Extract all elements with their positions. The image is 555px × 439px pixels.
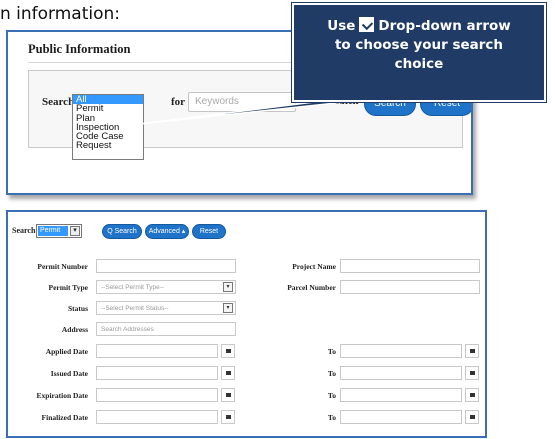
permit-number-input[interactable] (96, 259, 236, 273)
calendar-icon[interactable] (465, 344, 479, 358)
status-placeholder: --Select Permit Status-- (101, 305, 169, 312)
permit-type-select[interactable]: --Select Permit Type-- ▾ (96, 280, 236, 294)
calendar-icon[interactable] (221, 344, 235, 358)
calendar-icon[interactable] (221, 366, 235, 380)
to-label: To (327, 369, 336, 378)
calendar-icon[interactable] (465, 388, 479, 402)
chevron-down-icon[interactable]: ▾ (70, 226, 80, 236)
status-label: Status (67, 304, 88, 313)
search-label: Search (12, 226, 36, 235)
project-name-input[interactable] (340, 259, 480, 273)
to-label: To (327, 347, 336, 356)
search-type-select[interactable]: Permit ▾ (36, 224, 82, 238)
address-input[interactable]: Search Addresses (96, 322, 236, 336)
callout-line2: to choose your search (334, 37, 504, 53)
applied-date-to-input[interactable] (340, 344, 462, 358)
search-button[interactable]: Q Search (102, 224, 142, 239)
address-label: Address (61, 325, 88, 334)
permit-type-placeholder: --Select Permit Type-- (101, 284, 165, 291)
calendar-icon[interactable] (221, 388, 235, 402)
calendar-icon[interactable] (465, 366, 479, 380)
advanced-button[interactable]: Advanced ▴ (145, 224, 189, 239)
chevron-down-icon[interactable]: ▾ (223, 303, 233, 313)
applied-date-label: Applied Date (45, 347, 88, 356)
finalized-date-label: Finalized Date (41, 413, 88, 422)
expiration-date-from-input[interactable] (96, 388, 218, 402)
permit-number-label: Permit Number (37, 262, 88, 271)
expiration-date-to-input[interactable] (340, 388, 462, 402)
status-select[interactable]: --Select Permit Status-- ▾ (96, 301, 236, 315)
chevron-down-icon[interactable]: ▾ (223, 282, 233, 292)
permit-search-screenshot: Search Permit ▾ Q Search Advanced ▴ Rese… (6, 210, 487, 438)
project-name-label: Project Name (292, 262, 336, 271)
finalized-date-from-input[interactable] (96, 410, 218, 424)
calendar-icon[interactable] (221, 410, 235, 424)
permit-type-label: Permit Type (48, 283, 88, 292)
calendar-icon[interactable] (465, 410, 479, 424)
parcel-number-input[interactable] (340, 280, 480, 294)
applied-date-from-input[interactable] (96, 344, 218, 358)
callout-line1: Drop-down arrow (378, 18, 511, 34)
expiration-date-label: Expiration Date (36, 391, 88, 400)
instruction-callout: Use Drop-down arrow to choose your search… (291, 2, 547, 103)
issued-date-from-input[interactable] (96, 366, 218, 380)
to-label: To (327, 413, 336, 422)
to-label: To (327, 391, 336, 400)
issued-date-label: Issued Date (50, 369, 88, 378)
selected-search-type: Permit (38, 226, 68, 236)
reset-button[interactable]: Reset (192, 224, 226, 239)
parcel-number-label: Parcel Number (287, 283, 336, 292)
dropdown-arrow-icon (359, 17, 375, 32)
callout-line3: choice (394, 56, 444, 72)
issued-date-to-input[interactable] (340, 366, 462, 380)
finalized-date-to-input[interactable] (340, 410, 462, 424)
callout-use-word: Use (327, 18, 356, 34)
